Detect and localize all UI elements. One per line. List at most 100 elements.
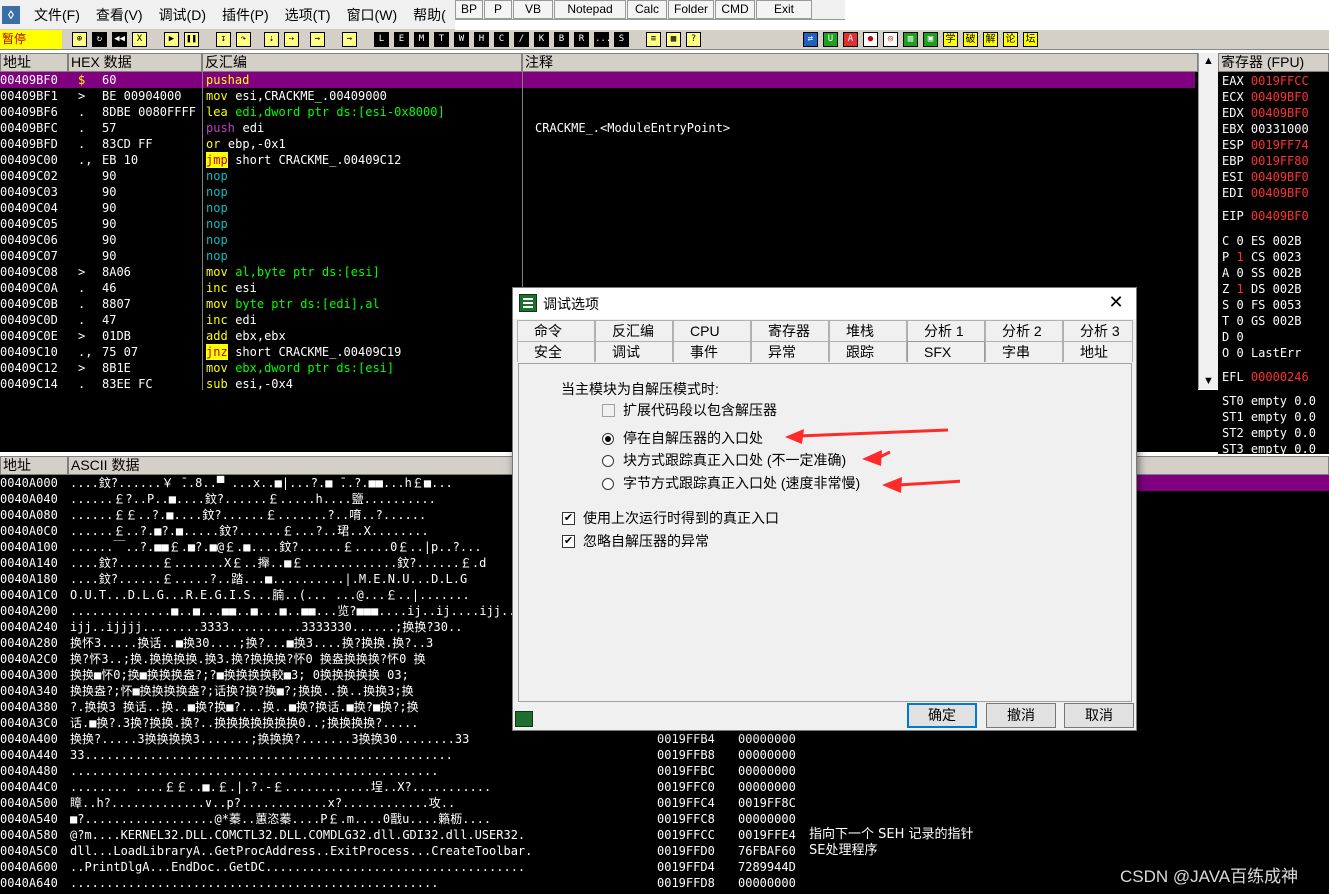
xue-icon[interactable]: 学 (943, 32, 958, 47)
window-e-icon[interactable]: E (394, 32, 409, 47)
window-m-icon[interactable]: M (414, 32, 429, 47)
block-trace-radio[interactable] (602, 455, 614, 467)
register-row[interactable]: ESI 00409BF0 (1222, 169, 1309, 185)
disasm-row[interactable]: 00409C03 90 nop (0, 184, 1195, 200)
disasm-row[interactable]: 00409C05 90 nop (0, 216, 1195, 232)
flag-row[interactable]: Z 1 DS 002B (1222, 281, 1302, 297)
disasm-row[interactable]: 00409C04 90 nop (0, 200, 1195, 216)
menu-file[interactable]: 文件(F) (26, 5, 88, 25)
disasm-row[interactable]: 00409BFC. 57 push edi CRACKME_.<ModuleEntryP… (0, 120, 1195, 136)
flag-row[interactable]: A 0 SS 002B (1222, 265, 1302, 281)
execute-till-return-icon[interactable]: → (310, 32, 325, 47)
vb-button[interactable]: VB (513, 0, 553, 19)
tab-trace[interactable]: 跟踪 (829, 341, 907, 362)
close-icon[interactable]: ✕ (1104, 291, 1128, 313)
restart-icon[interactable]: ↻ (92, 32, 107, 47)
help-icon[interactable]: ? (686, 32, 701, 47)
disasm-row[interactable]: 00409BFD. 83CD FF or ebp,-0x1 (0, 136, 1195, 152)
cancel-button[interactable]: 取消 (1064, 703, 1134, 728)
register-row[interactable]: EDI 00409BF0 (1222, 185, 1309, 201)
screen-icon[interactable]: ▣ (923, 32, 938, 47)
fpu-row[interactable]: ST2 empty 0.0 (1222, 425, 1316, 441)
disasm-scrollbar[interactable]: ▲ ▼ (1198, 53, 1218, 389)
byte-trace-radio[interactable] (602, 478, 614, 490)
folder-button[interactable]: Folder (668, 0, 714, 19)
menu-options[interactable]: 选项(T) (277, 5, 339, 25)
step-into-icon[interactable]: ↧ (216, 32, 231, 47)
record-icon[interactable]: ● (863, 32, 878, 47)
window-k-icon[interactable]: K (534, 32, 549, 47)
trace-into-icon[interactable]: ⇣ (264, 32, 279, 47)
stop-at-sfx-entry-radio[interactable] (602, 433, 614, 445)
register-row[interactable]: ECX 00409BF0 (1222, 89, 1309, 105)
window-h-icon[interactable]: H (474, 32, 489, 47)
extend-code-checkbox[interactable] (602, 404, 615, 417)
register-row[interactable]: EAX 0019FFCC (1222, 73, 1309, 89)
tab-analysis-3[interactable]: 分析 3 (1063, 320, 1133, 341)
tab-command[interactable]: 命令 (517, 320, 595, 341)
dialog-titlebar[interactable]: 调试选项 ✕ (513, 288, 1136, 319)
tab-analysis-1[interactable]: 分析 1 (907, 320, 985, 341)
disasm-row[interactable]: 00409C07 90 nop (0, 248, 1195, 264)
run-icon[interactable]: ▶ (164, 32, 179, 47)
window-l-icon[interactable]: L (374, 32, 389, 47)
fpu-row[interactable]: ST0 empty 0.0 (1222, 393, 1316, 409)
step-over-icon[interactable]: ↷ (236, 32, 251, 47)
flag-row[interactable]: O 0 LastErr (1222, 345, 1302, 361)
register-row[interactable]: EIP 00409BF0 (1222, 208, 1309, 224)
a-icon[interactable]: A (843, 32, 858, 47)
menu-plugins[interactable]: 插件(P) (214, 5, 277, 25)
disasm-row[interactable]: 00409C00., EB 10 jmp short CRACKME_.00409C1… (0, 152, 1195, 168)
flag-row[interactable]: T 0 GS 002B (1222, 313, 1302, 329)
flag-row[interactable]: C 0 ES 002B (1222, 233, 1302, 249)
target-icon[interactable]: ◎ (883, 32, 898, 47)
tab-registers[interactable]: 寄存器 (751, 320, 829, 341)
tab-disassembler[interactable]: 反汇编 (595, 320, 673, 341)
menu-window[interactable]: 窗口(W) (339, 5, 406, 25)
dump-header-address[interactable]: 地址 (0, 456, 68, 475)
window-t-icon[interactable]: T (434, 32, 449, 47)
jie-icon[interactable]: 解 (983, 32, 998, 47)
register-row[interactable]: EBP 0019FF80 (1222, 153, 1309, 169)
scroll-up-icon[interactable]: ▲ (1199, 55, 1218, 67)
register-row[interactable]: EBX 00331000 (1222, 121, 1309, 137)
register-row[interactable]: EDX 00409BF0 (1222, 105, 1309, 121)
bars-icon[interactable]: ▥ (903, 32, 918, 47)
flag-row[interactable]: D 0 (1222, 329, 1244, 345)
window-r-icon[interactable]: R (574, 32, 589, 47)
disasm-row[interactable]: 00409C06 90 nop (0, 232, 1195, 248)
menu-debug[interactable]: 调试(D) (151, 5, 214, 25)
disasm-row[interactable]: 00409BF6. 8DBE 0080FFFF lea edi,dword ptr d… (0, 104, 1195, 120)
disasm-header-disasm[interactable]: 反汇编 (202, 53, 522, 72)
disasm-header-address[interactable]: 地址 (0, 53, 68, 72)
exit-button[interactable]: Exit (756, 0, 812, 19)
window-s-icon[interactable]: S (614, 32, 629, 47)
tan-icon[interactable]: 坛 (1023, 32, 1038, 47)
list-icon[interactable]: ≡ (646, 32, 661, 47)
trace-over-icon[interactable]: ⇢ (284, 32, 299, 47)
disasm-row[interactable]: 00409BF1 > BE 00904000 mov esi,CRACKME_.0040… (0, 88, 1195, 104)
p-button[interactable]: P (484, 0, 512, 19)
disasm-row[interactable]: 00409C02 90 nop (0, 168, 1195, 184)
notepad-button[interactable]: Notepad (554, 0, 626, 19)
flag-row[interactable]: P 1 CS 0023 (1222, 249, 1302, 265)
register-row[interactable]: EFL 00000246 (1222, 369, 1309, 385)
tab-security[interactable]: 安全 (517, 341, 595, 362)
tab-analysis-2[interactable]: 分析 2 (985, 320, 1063, 341)
menu-view[interactable]: 查看(V) (88, 5, 151, 25)
tab-addresses[interactable]: 地址 (1063, 341, 1133, 362)
tab-cpu[interactable]: CPU (673, 320, 751, 341)
tab-sfx[interactable]: SFX (907, 341, 985, 362)
refresh-icon[interactable]: ⇄ (803, 32, 818, 47)
rewind-icon[interactable]: ◀◀ (112, 32, 127, 47)
window-dots-icon[interactable]: ... (594, 32, 611, 47)
use-last-entry-checkbox[interactable]: ✔ (562, 512, 575, 525)
menu-help[interactable]: 帮助( (405, 5, 454, 25)
scroll-down-icon[interactable]: ▼ (1199, 375, 1218, 387)
undo-button[interactable]: 撤消 (986, 703, 1056, 728)
disasm-header-hex[interactable]: HEX 数据 (68, 53, 202, 72)
tab-debug[interactable]: 调试 (595, 341, 673, 362)
fpu-row[interactable]: ST1 empty 0.0 (1222, 409, 1316, 425)
disasm-row[interactable]: 00409C08 >8A06 mov al,byte ptr ds:[esi] (0, 264, 1195, 280)
tab-exceptions[interactable]: 异常 (751, 341, 829, 362)
